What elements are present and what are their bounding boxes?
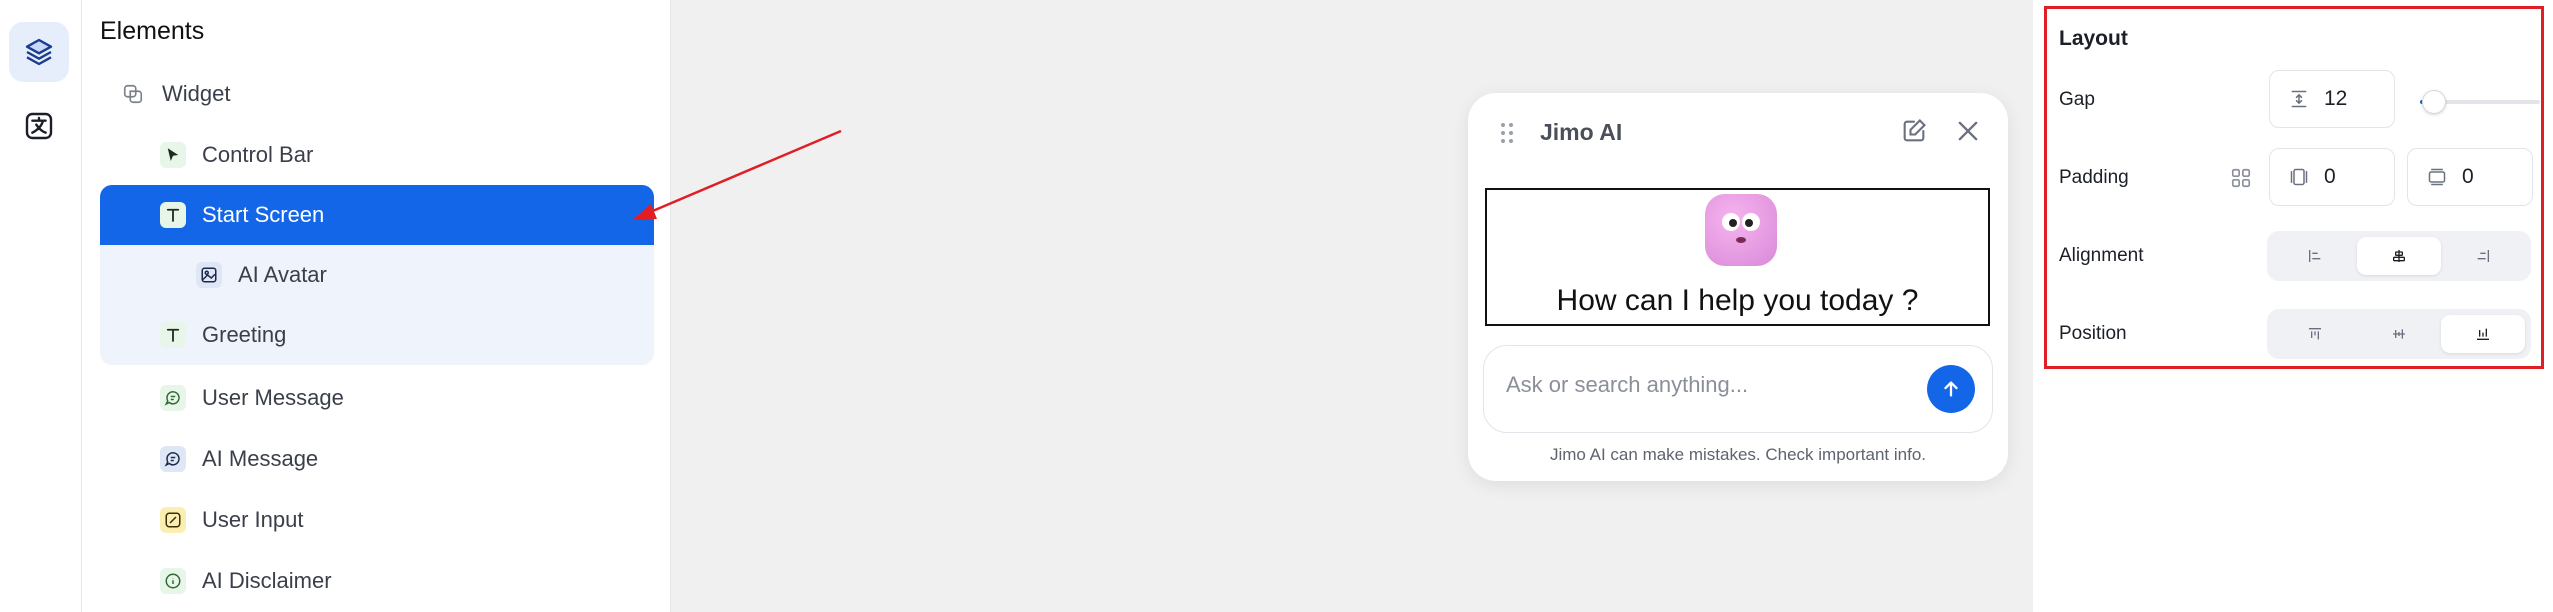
arrow-up-icon [1944, 381, 1958, 397]
properties-panel: Layout Gap Padding [2033, 0, 2553, 612]
align-left-button[interactable] [2273, 237, 2357, 275]
chat-widget: Jimo AI How can I help you today ? Jimo … [1468, 93, 2008, 481]
position-bottom-button[interactable] [2441, 315, 2525, 353]
widget-header: Jimo AI [1468, 93, 2008, 175]
padding-vertical-input[interactable] [2324, 165, 2384, 189]
position-middle-button[interactable] [2357, 315, 2441, 353]
new-chat-icon[interactable] [1900, 117, 1928, 145]
layout-section: Layout Gap Padding [2044, 6, 2544, 369]
gap-label: Gap [2059, 89, 2095, 110]
padding-horizontal-input[interactable] [2462, 165, 2522, 189]
position-top-icon [2309, 328, 2321, 340]
gap-input[interactable] [2324, 87, 2384, 111]
gap-slider[interactable] [2420, 90, 2540, 114]
ai-avatar [1705, 194, 1777, 266]
padding-vertical-icon [2288, 166, 2310, 188]
alignment-label: Alignment [2059, 245, 2144, 266]
gap-field [2269, 70, 2395, 128]
padding-vertical-field [2269, 148, 2395, 206]
align-center-icon [2393, 250, 2405, 262]
align-left-icon [2309, 250, 2321, 262]
padding-horizontal-icon [2426, 166, 2448, 188]
gap-slider-thumb[interactable] [2422, 90, 2447, 114]
widget-title: Jimo AI [1540, 119, 1623, 145]
padding-horizontal-field [2407, 148, 2533, 206]
align-right-button[interactable] [2441, 237, 2525, 275]
ask-input[interactable] [1506, 372, 1906, 398]
ai-disclaimer: Jimo AI can make mistakes. Check importa… [1549, 445, 1927, 464]
align-right-icon [2477, 250, 2489, 262]
start-screen-frame: How can I help you today ? [1485, 188, 1990, 326]
position-label: Position [2059, 323, 2127, 344]
user-input-box [1483, 345, 1993, 433]
alignment-segmented-control [2267, 231, 2531, 281]
send-button[interactable] [1927, 365, 1975, 413]
position-top-button[interactable] [2273, 315, 2357, 353]
close-icon[interactable] [1954, 117, 1982, 145]
drag-handle-icon[interactable] [1498, 120, 1516, 146]
position-bottom-icon [2477, 328, 2489, 340]
position-middle-icon [2393, 329, 2405, 339]
padding-label: Padding [2059, 167, 2129, 188]
ai-avatar-face-icon [1722, 213, 1760, 243]
align-center-button[interactable] [2357, 237, 2441, 275]
greeting-text: How can I help you today ? [1556, 284, 1919, 317]
vertical-gap-icon [2288, 88, 2310, 110]
layout-title: Layout [2059, 27, 2128, 50]
padding-individual-icon[interactable] [2230, 167, 2252, 189]
position-segmented-control [2267, 309, 2531, 359]
